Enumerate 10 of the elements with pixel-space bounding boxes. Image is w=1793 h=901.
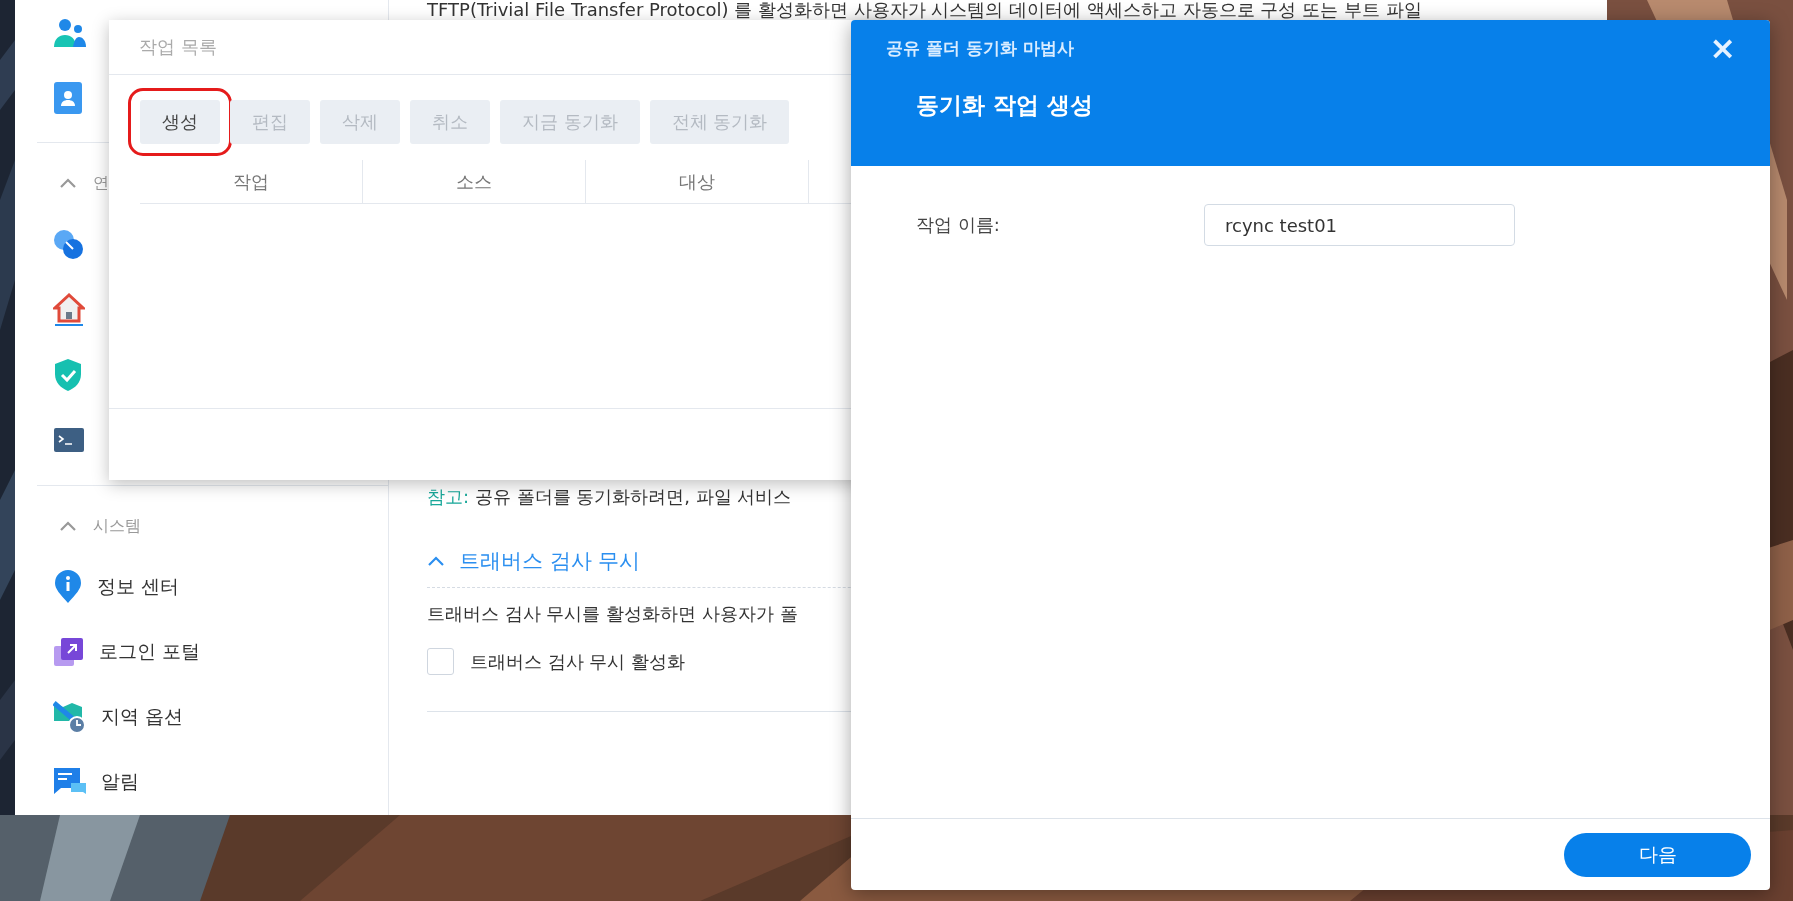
section-label: 시스템: [93, 515, 141, 537]
description-text: TFTP(Trivial File Transfer Protocol) 를 활성화하면 사용자가 시스템의 데이터에 액세스하고 자동으로 구성 또는 부트 파일: [427, 0, 1423, 20]
step-title: 동기화 작업 생성: [915, 91, 1094, 120]
wizard-title: 공유 폴더 동기화 마법사: [886, 36, 1074, 60]
checkbox-label: 트래버스 검사 무시 활성화: [470, 649, 686, 674]
description-text: 트래버스 검사 무시를 활성화하면 사용자가 폴: [427, 602, 799, 626]
field-label: 작업 이름:: [916, 213, 1001, 237]
note-text: 참고: 공유 폴더를 동기화하려면, 파일 서비스: [427, 485, 793, 509]
section-label: 연: [93, 173, 109, 195]
dialog-title: 작업 목록: [139, 35, 217, 59]
